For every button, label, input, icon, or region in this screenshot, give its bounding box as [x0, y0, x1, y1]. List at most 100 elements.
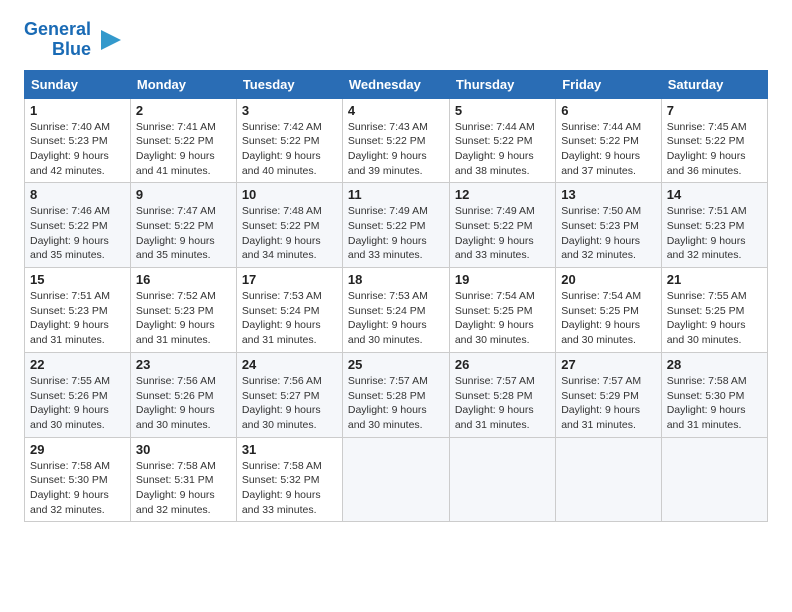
day-number: 8 — [30, 187, 125, 202]
calendar-cell: 20 Sunrise: 7:54 AMSunset: 5:25 PMDaylig… — [556, 268, 662, 353]
day-detail: Sunrise: 7:58 AMSunset: 5:31 PMDaylight:… — [136, 460, 216, 516]
day-detail: Sunrise: 7:51 AMSunset: 5:23 PMDaylight:… — [30, 290, 110, 346]
calendar-cell — [342, 437, 449, 522]
calendar-cell: 21 Sunrise: 7:55 AMSunset: 5:25 PMDaylig… — [661, 268, 767, 353]
calendar-cell: 25 Sunrise: 7:57 AMSunset: 5:28 PMDaylig… — [342, 352, 449, 437]
page-header: General Blue — [24, 20, 768, 60]
day-detail: Sunrise: 7:57 AMSunset: 5:28 PMDaylight:… — [348, 375, 428, 431]
calendar-cell: 18 Sunrise: 7:53 AMSunset: 5:24 PMDaylig… — [342, 268, 449, 353]
calendar-cell — [449, 437, 555, 522]
day-detail: Sunrise: 7:47 AMSunset: 5:22 PMDaylight:… — [136, 205, 216, 261]
day-number: 11 — [348, 187, 444, 202]
calendar-cell: 24 Sunrise: 7:56 AMSunset: 5:27 PMDaylig… — [236, 352, 342, 437]
day-detail: Sunrise: 7:53 AMSunset: 5:24 PMDaylight:… — [242, 290, 322, 346]
day-number: 12 — [455, 187, 550, 202]
day-detail: Sunrise: 7:40 AMSunset: 5:23 PMDaylight:… — [30, 121, 110, 177]
weekday-header-wednesday: Wednesday — [342, 70, 449, 98]
day-number: 2 — [136, 103, 231, 118]
calendar-cell: 6 Sunrise: 7:44 AMSunset: 5:22 PMDayligh… — [556, 98, 662, 183]
calendar-cell: 10 Sunrise: 7:48 AMSunset: 5:22 PMDaylig… — [236, 183, 342, 268]
day-number: 27 — [561, 357, 656, 372]
calendar-week-row: 8 Sunrise: 7:46 AMSunset: 5:22 PMDayligh… — [25, 183, 768, 268]
calendar-cell: 23 Sunrise: 7:56 AMSunset: 5:26 PMDaylig… — [130, 352, 236, 437]
calendar-cell: 9 Sunrise: 7:47 AMSunset: 5:22 PMDayligh… — [130, 183, 236, 268]
day-number: 22 — [30, 357, 125, 372]
weekday-header-friday: Friday — [556, 70, 662, 98]
calendar-cell: 27 Sunrise: 7:57 AMSunset: 5:29 PMDaylig… — [556, 352, 662, 437]
calendar-header-row: SundayMondayTuesdayWednesdayThursdayFrid… — [25, 70, 768, 98]
calendar-cell: 14 Sunrise: 7:51 AMSunset: 5:23 PMDaylig… — [661, 183, 767, 268]
day-detail: Sunrise: 7:52 AMSunset: 5:23 PMDaylight:… — [136, 290, 216, 346]
calendar-cell: 4 Sunrise: 7:43 AMSunset: 5:22 PMDayligh… — [342, 98, 449, 183]
day-number: 18 — [348, 272, 444, 287]
logo-text-line1: General — [24, 20, 91, 40]
day-number: 4 — [348, 103, 444, 118]
day-number: 20 — [561, 272, 656, 287]
calendar-cell: 16 Sunrise: 7:52 AMSunset: 5:23 PMDaylig… — [130, 268, 236, 353]
calendar-cell: 3 Sunrise: 7:42 AMSunset: 5:22 PMDayligh… — [236, 98, 342, 183]
calendar-cell: 12 Sunrise: 7:49 AMSunset: 5:22 PMDaylig… — [449, 183, 555, 268]
day-number: 23 — [136, 357, 231, 372]
calendar-body: 1 Sunrise: 7:40 AMSunset: 5:23 PMDayligh… — [25, 98, 768, 522]
day-number: 9 — [136, 187, 231, 202]
day-detail: Sunrise: 7:58 AMSunset: 5:30 PMDaylight:… — [30, 460, 110, 516]
day-number: 21 — [667, 272, 762, 287]
calendar-week-row: 22 Sunrise: 7:55 AMSunset: 5:26 PMDaylig… — [25, 352, 768, 437]
calendar-cell: 8 Sunrise: 7:46 AMSunset: 5:22 PMDayligh… — [25, 183, 131, 268]
day-detail: Sunrise: 7:56 AMSunset: 5:27 PMDaylight:… — [242, 375, 322, 431]
day-number: 1 — [30, 103, 125, 118]
day-number: 5 — [455, 103, 550, 118]
day-number: 14 — [667, 187, 762, 202]
weekday-header-sunday: Sunday — [25, 70, 131, 98]
day-number: 30 — [136, 442, 231, 457]
calendar-cell: 28 Sunrise: 7:58 AMSunset: 5:30 PMDaylig… — [661, 352, 767, 437]
calendar-cell: 7 Sunrise: 7:45 AMSunset: 5:22 PMDayligh… — [661, 98, 767, 183]
calendar-cell — [556, 437, 662, 522]
calendar-cell: 19 Sunrise: 7:54 AMSunset: 5:25 PMDaylig… — [449, 268, 555, 353]
day-detail: Sunrise: 7:48 AMSunset: 5:22 PMDaylight:… — [242, 205, 322, 261]
day-number: 10 — [242, 187, 337, 202]
day-detail: Sunrise: 7:58 AMSunset: 5:30 PMDaylight:… — [667, 375, 747, 431]
calendar-cell: 1 Sunrise: 7:40 AMSunset: 5:23 PMDayligh… — [25, 98, 131, 183]
day-number: 28 — [667, 357, 762, 372]
day-number: 17 — [242, 272, 337, 287]
day-detail: Sunrise: 7:45 AMSunset: 5:22 PMDaylight:… — [667, 121, 747, 177]
calendar-cell: 15 Sunrise: 7:51 AMSunset: 5:23 PMDaylig… — [25, 268, 131, 353]
weekday-header-monday: Monday — [130, 70, 236, 98]
day-detail: Sunrise: 7:43 AMSunset: 5:22 PMDaylight:… — [348, 121, 428, 177]
day-detail: Sunrise: 7:58 AMSunset: 5:32 PMDaylight:… — [242, 460, 322, 516]
day-number: 29 — [30, 442, 125, 457]
day-detail: Sunrise: 7:49 AMSunset: 5:22 PMDaylight:… — [455, 205, 535, 261]
logo-icon — [97, 26, 125, 54]
day-detail: Sunrise: 7:51 AMSunset: 5:23 PMDaylight:… — [667, 205, 747, 261]
calendar-cell: 31 Sunrise: 7:58 AMSunset: 5:32 PMDaylig… — [236, 437, 342, 522]
day-detail: Sunrise: 7:54 AMSunset: 5:25 PMDaylight:… — [561, 290, 641, 346]
day-number: 16 — [136, 272, 231, 287]
day-detail: Sunrise: 7:41 AMSunset: 5:22 PMDaylight:… — [136, 121, 216, 177]
weekday-header-tuesday: Tuesday — [236, 70, 342, 98]
day-detail: Sunrise: 7:44 AMSunset: 5:22 PMDaylight:… — [561, 121, 641, 177]
calendar-week-row: 1 Sunrise: 7:40 AMSunset: 5:23 PMDayligh… — [25, 98, 768, 183]
calendar-cell: 2 Sunrise: 7:41 AMSunset: 5:22 PMDayligh… — [130, 98, 236, 183]
calendar-week-row: 15 Sunrise: 7:51 AMSunset: 5:23 PMDaylig… — [25, 268, 768, 353]
calendar-cell: 5 Sunrise: 7:44 AMSunset: 5:22 PMDayligh… — [449, 98, 555, 183]
calendar-cell — [661, 437, 767, 522]
day-number: 25 — [348, 357, 444, 372]
day-number: 31 — [242, 442, 337, 457]
day-detail: Sunrise: 7:53 AMSunset: 5:24 PMDaylight:… — [348, 290, 428, 346]
calendar-cell: 11 Sunrise: 7:49 AMSunset: 5:22 PMDaylig… — [342, 183, 449, 268]
calendar-cell: 22 Sunrise: 7:55 AMSunset: 5:26 PMDaylig… — [25, 352, 131, 437]
day-number: 15 — [30, 272, 125, 287]
weekday-header-thursday: Thursday — [449, 70, 555, 98]
day-detail: Sunrise: 7:49 AMSunset: 5:22 PMDaylight:… — [348, 205, 428, 261]
day-detail: Sunrise: 7:55 AMSunset: 5:25 PMDaylight:… — [667, 290, 747, 346]
day-detail: Sunrise: 7:50 AMSunset: 5:23 PMDaylight:… — [561, 205, 641, 261]
calendar-cell: 30 Sunrise: 7:58 AMSunset: 5:31 PMDaylig… — [130, 437, 236, 522]
day-detail: Sunrise: 7:57 AMSunset: 5:28 PMDaylight:… — [455, 375, 535, 431]
day-number: 26 — [455, 357, 550, 372]
logo: General Blue — [24, 20, 125, 60]
day-number: 6 — [561, 103, 656, 118]
calendar-week-row: 29 Sunrise: 7:58 AMSunset: 5:30 PMDaylig… — [25, 437, 768, 522]
calendar-cell: 17 Sunrise: 7:53 AMSunset: 5:24 PMDaylig… — [236, 268, 342, 353]
day-number: 24 — [242, 357, 337, 372]
